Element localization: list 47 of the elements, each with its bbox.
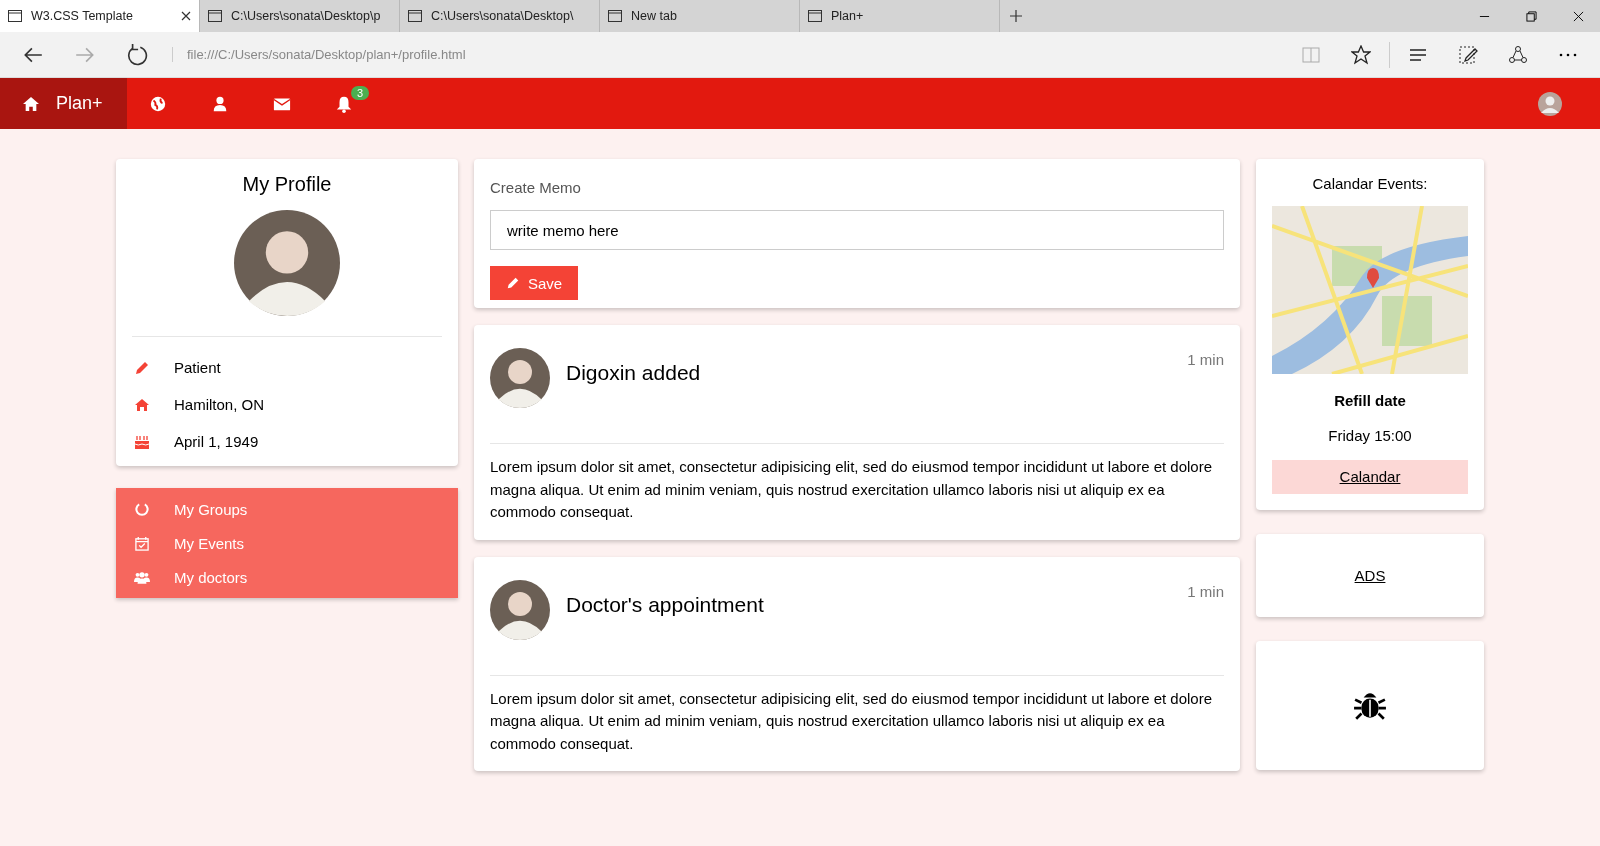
post-time: 1 min xyxy=(1187,582,1224,600)
page-icon xyxy=(8,10,22,22)
profile-detail: Hamilton, ON xyxy=(174,396,265,413)
calendar-title: Calandar Events: xyxy=(1312,175,1428,192)
page-icon xyxy=(208,10,222,22)
home-link[interactable]: Plan+ xyxy=(0,78,127,129)
memo-input[interactable]: write memo here xyxy=(490,210,1224,250)
memo-title: Create Memo xyxy=(490,179,582,196)
post-time: 1 min xyxy=(1187,351,1224,368)
profile-detail: April 1, 1949 xyxy=(174,433,259,450)
pencil-icon xyxy=(506,276,520,290)
page-icon xyxy=(808,10,822,22)
avatar xyxy=(490,578,550,641)
refill-time: Friday 15:00 xyxy=(1328,427,1412,444)
post-body: Lorem ipsum dolor sit amet, consectetur adipisicing elit, sed do eiusmod tempor incididunt ut labore et dolore magna aliqua. Ut enim ad minim veniam, quis nostrud exercitation ullamco laboris nisi ut aliquip ex ea commodo consequat. xyxy=(490,688,1214,754)
share-icon[interactable] xyxy=(1508,44,1528,65)
globe-icon[interactable] xyxy=(149,94,167,113)
ads-link[interactable]: ADS xyxy=(1354,567,1386,584)
profile-title: My Profile xyxy=(241,173,333,196)
star-icon[interactable] xyxy=(1351,44,1371,65)
refresh-icon[interactable] xyxy=(126,43,148,66)
post-title: Digoxin added xyxy=(566,361,702,385)
profile-detail: Patient xyxy=(174,359,221,376)
home-icon xyxy=(22,95,40,112)
save-button[interactable]: Save xyxy=(490,266,579,300)
close-icon[interactable] xyxy=(181,11,191,21)
cake-icon xyxy=(134,433,150,450)
restore-icon[interactable] xyxy=(1526,10,1537,22)
page-icon xyxy=(608,10,622,22)
group-icon xyxy=(134,569,150,585)
home-icon xyxy=(134,396,150,413)
bell-icon[interactable] xyxy=(335,94,353,113)
close-icon[interactable] xyxy=(1573,10,1584,22)
pencil-icon xyxy=(134,359,150,376)
page-icon xyxy=(408,10,422,22)
calendar-link[interactable]: Calandar xyxy=(1272,460,1468,494)
new-tab-icon[interactable] xyxy=(1010,10,1022,22)
post-body: Lorem ipsum dolor sit amet, consectetur adipisicing elit, sed do eiusmod tempor incididunt ut labore et dolore magna aliqua. Ut enim ad minim veniam, quis nostrud exercitation ullamco laboris nisi ut aliquip ex ea commodo consequat. xyxy=(490,457,1214,522)
notification-badge: 3 xyxy=(351,85,370,100)
browser-tab[interactable]: W3.CSS Template xyxy=(0,0,200,32)
user-icon[interactable] xyxy=(211,94,229,113)
post-title: Doctor's appointment xyxy=(566,592,765,617)
calendar-icon xyxy=(134,535,150,551)
refill-heading: Refill date xyxy=(1334,392,1406,409)
pen-icon[interactable] xyxy=(1458,44,1478,65)
avatar xyxy=(490,347,550,409)
avatar[interactable] xyxy=(1538,91,1562,116)
